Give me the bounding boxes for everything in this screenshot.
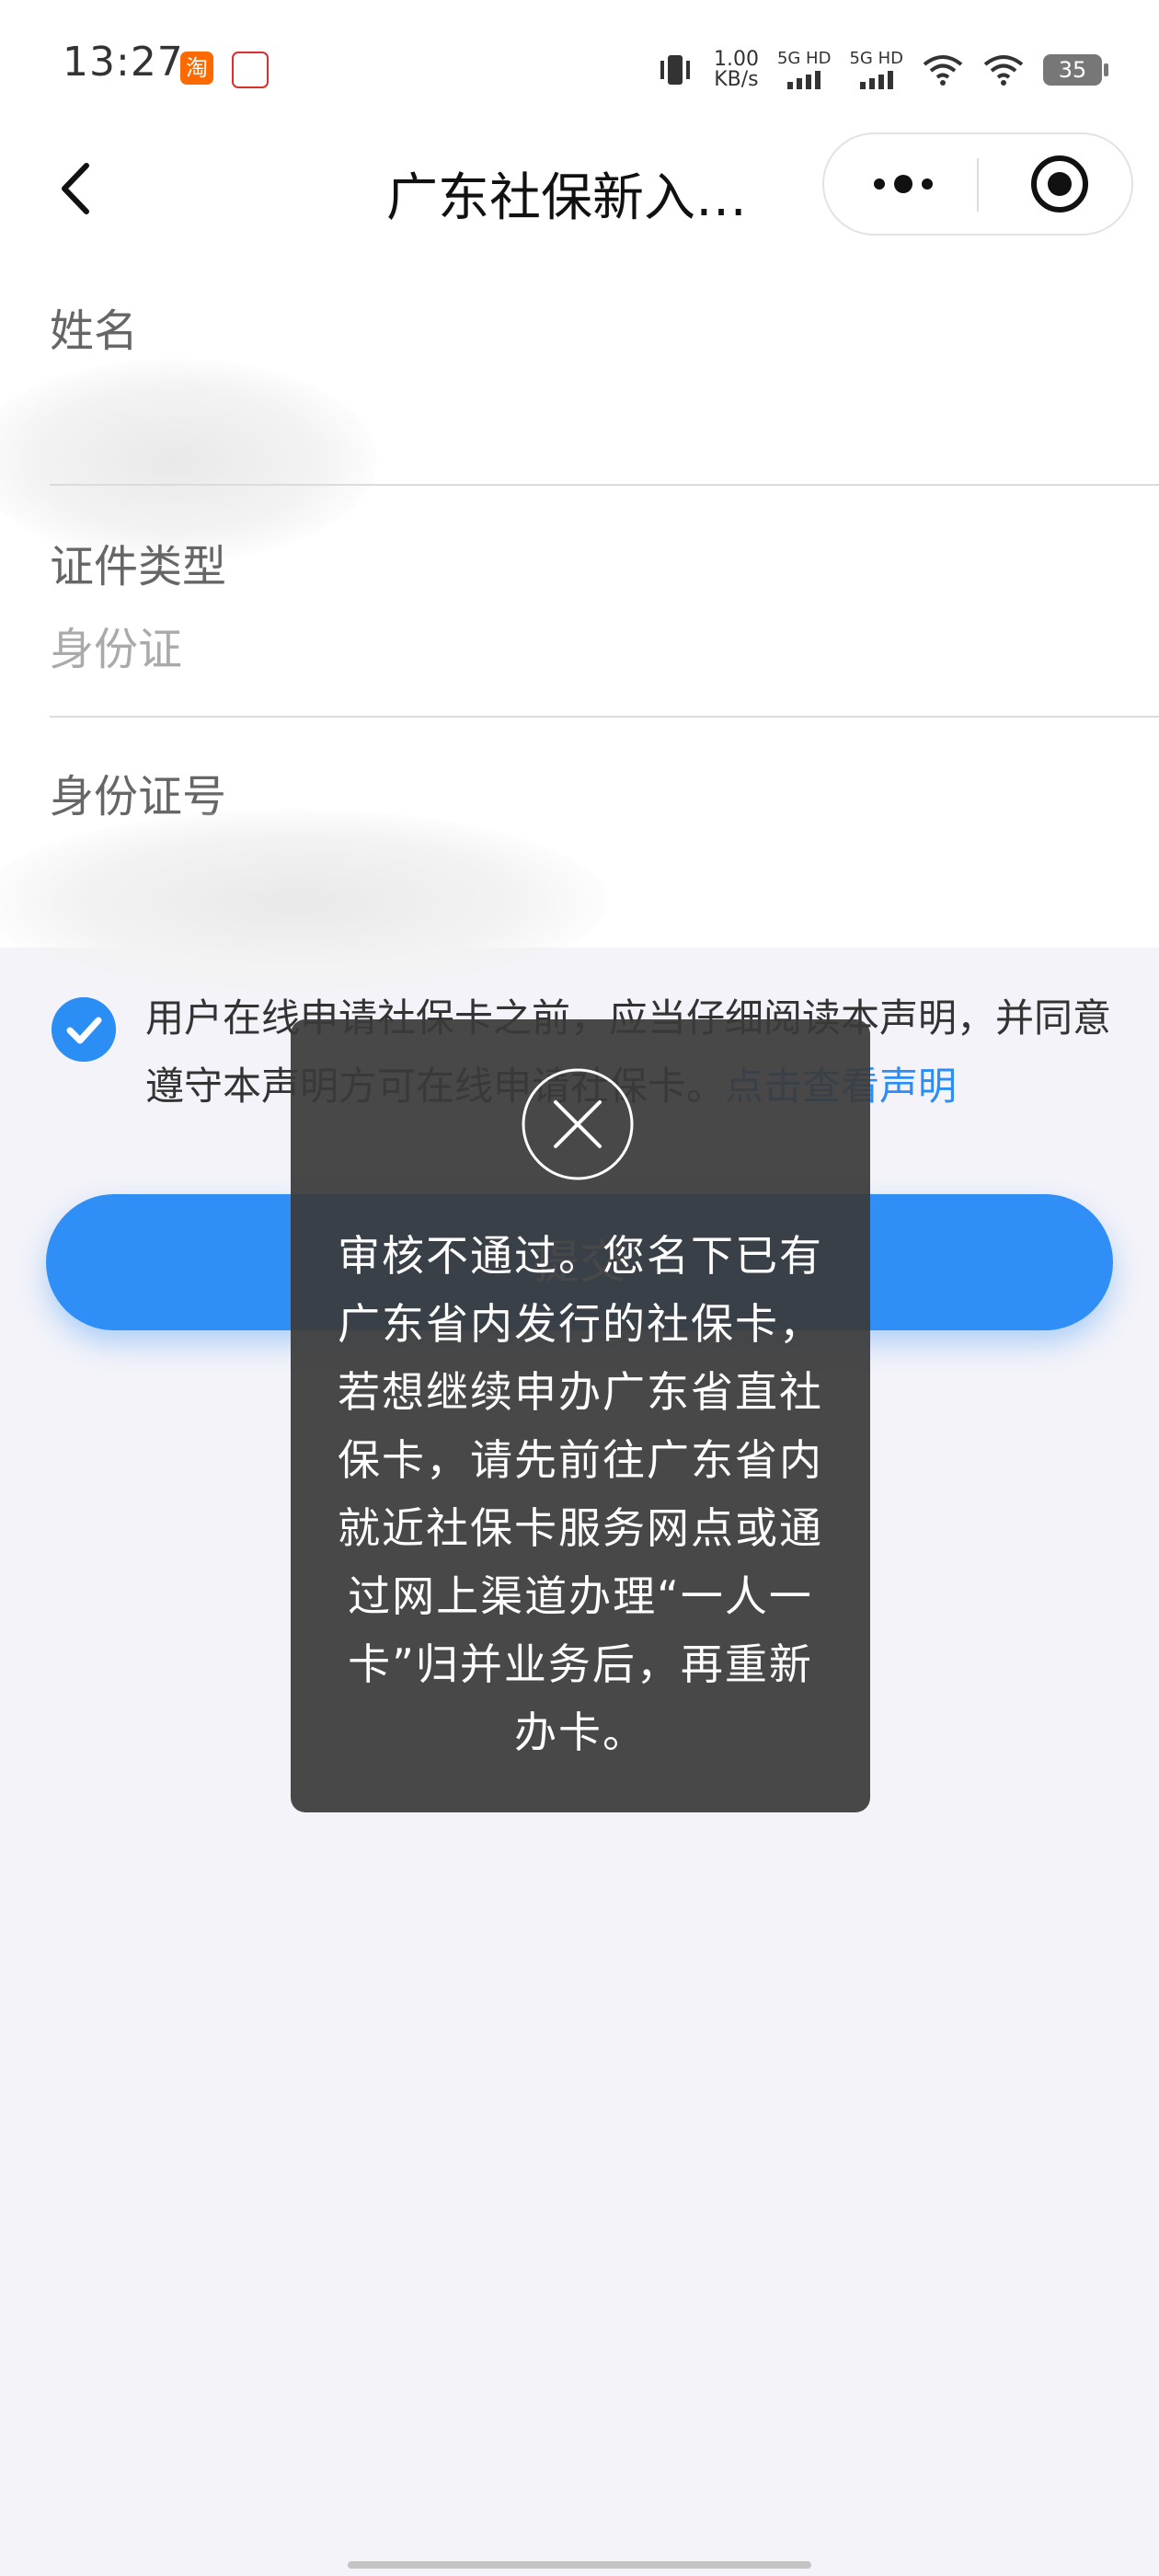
toast-message: 审核不通过。您名下已有广东省内发行的社保卡，若想继续申办广东省直社保卡，请先前往… (338, 1231, 823, 1757)
sim1-label: 5G HD (776, 49, 832, 68)
status-bar: 13:27 淘 1.00 KB/s 5G HD 5G HD 35 (0, 0, 1159, 129)
more-dots-icon[interactable] (866, 166, 940, 202)
status-time: 13:27 (63, 39, 184, 86)
net-speed-unit: KB/s (714, 68, 759, 91)
net-speed-value: 1.00 (713, 48, 759, 71)
sim1-signal-icon: 5G HD (776, 49, 832, 89)
bank-app-icon (232, 52, 269, 88)
taobao-app-icon: 淘 (180, 52, 213, 85)
wifi-icon (923, 55, 963, 86)
net-speed: 1.00 KB/s (714, 50, 759, 90)
wifi-icon-2 (983, 55, 1024, 86)
home-indicator[interactable] (348, 2561, 811, 2569)
sim2-signal-icon: 5G HD (849, 51, 903, 89)
id-type-divider (50, 716, 1159, 718)
id-type-label: 证件类型 (50, 541, 227, 592)
application-form: 姓名 证件类型 身份证 身份证号 (0, 248, 1159, 994)
agreement-checkbox[interactable] (52, 997, 116, 1062)
sim2-label: 5G HD (849, 49, 903, 68)
battery-icon: 35 (1043, 54, 1108, 86)
page-title: 广东社保新入… (386, 168, 747, 228)
name-divider (50, 484, 1159, 486)
status-icons: 1.00 KB/s 5G HD 5G HD 35 (655, 42, 1108, 98)
error-toast: 审核不通过。您名下已有广东省内发行的社保卡，若想继续申办广东省直社保卡，请先前往… (291, 1019, 870, 1812)
close-circle-icon (522, 1068, 634, 1180)
close-miniprogram-icon[interactable] (1028, 153, 1091, 215)
nav-bar: 广东社保新入… (0, 129, 1159, 248)
miniprogram-capsule (822, 132, 1133, 236)
capsule-divider (977, 158, 979, 212)
name-label: 姓名 (50, 305, 139, 357)
id-type-field[interactable]: 身份证 (50, 613, 182, 677)
back-arrow-icon[interactable] (48, 156, 103, 221)
vibrate-icon (660, 55, 690, 85)
